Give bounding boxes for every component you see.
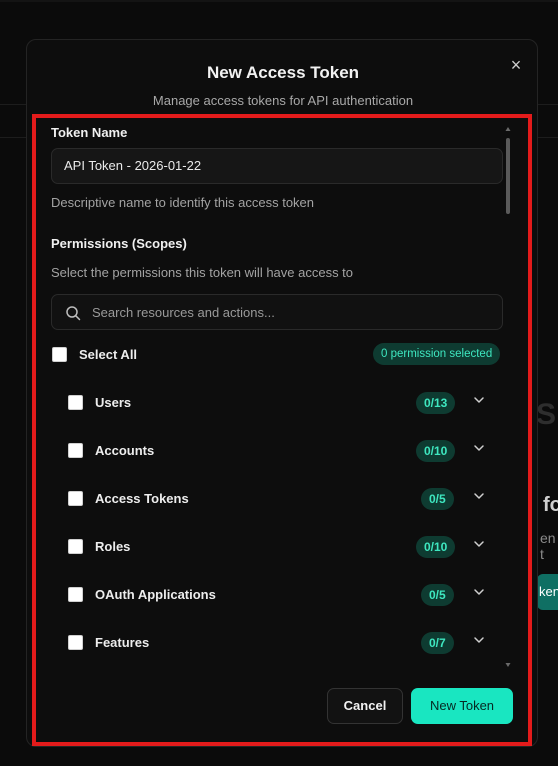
resource-label-roles: Roles [95, 539, 131, 554]
select-all-label: Select All [79, 347, 138, 362]
scrollbar-thumb[interactable] [506, 138, 510, 214]
permissions-search-input[interactable]: Search resources and actions... [51, 294, 503, 330]
resource-count-badge-access-tokens: 0/5 [421, 488, 454, 510]
resource-count-badge-roles: 0/10 [416, 536, 456, 558]
cancel-button[interactable]: Cancel [327, 688, 403, 724]
chevron-down-icon[interactable] [472, 489, 486, 503]
select-all-checkbox[interactable] [52, 347, 67, 362]
token-name-label: Token Name [51, 125, 128, 140]
search-icon [66, 306, 81, 321]
resource-label-features: Features [95, 635, 150, 650]
selected-count-badge: 0 permission selected [373, 343, 501, 365]
resource-checkbox-access-tokens[interactable] [68, 491, 83, 506]
resource-label-users: Users [95, 395, 132, 410]
new-token-button[interactable]: New Token [411, 688, 513, 724]
dialog-form: Token Name API Token - 2026-01-22 Descri… [0, 0, 558, 766]
chevron-down-icon[interactable] [472, 441, 486, 455]
chevron-down-icon[interactable] [472, 393, 486, 407]
resource-checkbox-users[interactable] [68, 395, 83, 410]
resource-count-badge-accounts: 0/10 [416, 440, 456, 462]
page: S fo en t ken × New Access Token Manage … [0, 0, 558, 766]
scroll-down-arrow-icon[interactable] [505, 662, 511, 668]
resource-count-badge-users: 0/13 [416, 392, 456, 414]
permissions-hint: Select the permissions this token will h… [51, 265, 354, 280]
chevron-down-icon[interactable] [472, 633, 486, 647]
resource-checkbox-oauth-applications[interactable] [68, 587, 83, 602]
resource-label-access-tokens: Access Tokens [95, 491, 189, 506]
token-name-input[interactable]: API Token - 2026-01-22 [51, 148, 503, 184]
resource-label-oauth-applications: OAuth Applications [95, 587, 216, 602]
resource-label-accounts: Accounts [95, 443, 155, 458]
permissions-label: Permissions (Scopes) [51, 236, 187, 251]
search-placeholder: Search resources and actions... [92, 305, 275, 320]
resource-count-badge-features: 0/7 [421, 632, 454, 654]
chevron-down-icon[interactable] [472, 537, 486, 551]
scroll-up-arrow-icon[interactable] [505, 126, 511, 132]
resource-checkbox-accounts[interactable] [68, 443, 83, 458]
resource-checkbox-roles[interactable] [68, 539, 83, 554]
resource-count-badge-oauth-applications: 0/5 [421, 584, 454, 606]
chevron-down-icon[interactable] [472, 585, 486, 599]
resource-checkbox-features[interactable] [68, 635, 83, 650]
token-name-hint: Descriptive name to identify this access… [51, 195, 315, 210]
